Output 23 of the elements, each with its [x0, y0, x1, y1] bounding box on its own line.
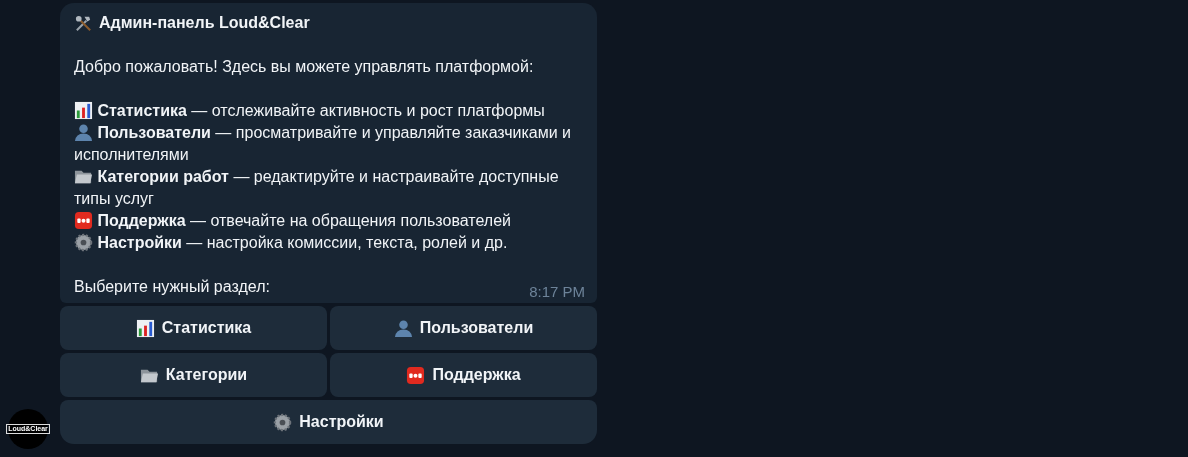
message-title: Админ-панель Loud&Clear [99, 13, 310, 33]
person-icon [74, 123, 93, 142]
sos-icon [74, 211, 93, 230]
menu-description: Категории работ — редактируйте и настраивайте доступные типы услуг [74, 168, 559, 207]
menu-description: Пользователи — просматривайте и управляйте заказчиками и исполнителями [74, 124, 571, 163]
message-time: 8:17 PM [529, 282, 585, 302]
keyboard-button[interactable]: Поддержка [330, 353, 597, 397]
bar-chart-icon [74, 101, 93, 120]
welcome-text: Добро пожаловать! Здесь вы можете управлять платформой: [74, 58, 534, 75]
bar-chart-icon [135, 318, 155, 338]
keyboard-button[interactable]: Пользователи [330, 306, 597, 350]
keyboard-button[interactable]: Настройки [60, 400, 597, 444]
tools-icon [74, 13, 93, 33]
sos-icon [406, 365, 426, 385]
gear-icon [74, 233, 93, 252]
prompt-text: Выберите нужный раздел: [74, 277, 270, 297]
keyboard-button[interactable]: Категории [60, 353, 327, 397]
person-icon [393, 318, 413, 338]
menu-description: Статистика — отслеживайте активность и рост платформы [74, 102, 545, 119]
keyboard-button[interactable]: Статистика [60, 306, 327, 350]
gear-icon [273, 412, 293, 432]
menu-description: Поддержка — отвечайте на обращения пользователей [74, 212, 511, 229]
menu-description: Настройки — настройка комиссии, текста, ролей и др. [74, 234, 508, 251]
